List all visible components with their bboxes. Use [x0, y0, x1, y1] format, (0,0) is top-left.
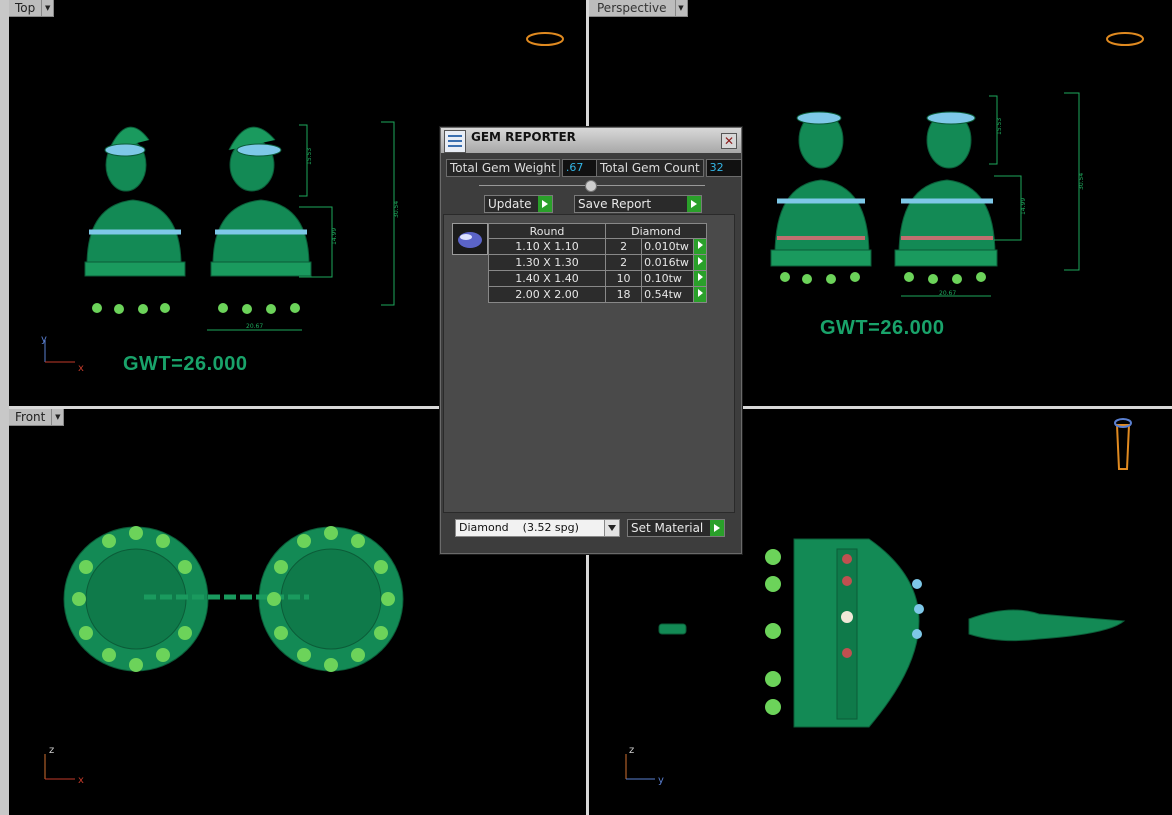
viewcube-icon [526, 32, 564, 46]
viewport-menu[interactable]: Top ▼ [9, 0, 55, 17]
table-row[interactable]: 2.00 X 2.00 18 0.54tw [488, 286, 708, 303]
play-arrow-icon[interactable] [692, 270, 708, 287]
left-gutter [0, 0, 9, 815]
gem-weight: 0.016tw [641, 254, 694, 271]
svg-text:14.99: 14.99 [1020, 198, 1027, 215]
gem-size: 2.00 X 2.00 [488, 286, 606, 303]
svg-text:30.54: 30.54 [393, 201, 400, 218]
update-button[interactable]: Update [484, 195, 553, 213]
set-material-button-label: Set Material [631, 521, 704, 535]
svg-text:30.54: 30.54 [1078, 173, 1085, 190]
viewport-name: Perspective [589, 0, 676, 17]
chevron-down-icon[interactable]: ▼ [42, 0, 55, 17]
dialog-titlebar[interactable]: GEM REPORTER ✕ [441, 128, 741, 153]
gem-reporter-icon [444, 130, 466, 153]
chevron-down-icon[interactable] [604, 520, 619, 536]
gem-size: 1.10 X 1.10 [488, 238, 606, 255]
svg-text:15.53: 15.53 [306, 148, 313, 165]
column-header-material: Diamond [605, 223, 707, 239]
gem-weight: 0.10tw [641, 270, 694, 287]
material-select-value: Diamond (3.52 spg) [459, 521, 579, 534]
play-arrow-icon [710, 520, 724, 536]
gem-table: Round Diamond 1.10 X 1.10 2 0.010tw 1.30… [488, 223, 708, 303]
set-material-button[interactable]: Set Material [627, 519, 725, 537]
play-arrow-icon [538, 196, 552, 212]
gem-count: 10 [604, 270, 643, 287]
table-row[interactable]: 1.10 X 1.10 2 0.010tw [488, 238, 708, 255]
svg-text:20.67: 20.67 [246, 323, 263, 330]
save-report-button[interactable]: Save Report [574, 195, 702, 213]
slider-handle[interactable] [585, 180, 597, 192]
save-report-button-label: Save Report [578, 197, 652, 211]
viewport-menu[interactable]: Front ▼ [9, 409, 65, 426]
gwt-label: GWT=26.000 [123, 353, 248, 375]
close-button[interactable]: ✕ [721, 133, 737, 149]
material-select[interactable]: Diamond (3.52 spg) [455, 519, 620, 537]
total-gem-weight-field[interactable]: .67 [561, 159, 599, 177]
gem-size: 1.30 X 1.30 [488, 254, 606, 271]
svg-text:z: z [629, 745, 634, 756]
table-row[interactable]: 1.40 X 1.40 10 0.10tw [488, 270, 708, 287]
svg-text:x: x [78, 363, 84, 374]
gem-weight: 0.54tw [641, 286, 694, 303]
viewcube-icon [1106, 32, 1144, 46]
dialog-title: GEM REPORTER [471, 130, 576, 144]
play-arrow-icon[interactable] [692, 238, 708, 255]
gem-list-panel[interactable]: Round Diamond 1.10 X 1.10 2 0.010tw 1.30… [443, 214, 735, 513]
axis-triad-icon [625, 754, 655, 780]
round-gem-icon[interactable] [452, 223, 488, 255]
gem-count: 2 [604, 254, 643, 271]
axis-triad-icon [44, 754, 75, 780]
gem-weight: 0.010tw [641, 238, 694, 255]
total-gem-weight-row: Total Gem Weight .67 [446, 159, 599, 177]
total-gem-count-field[interactable]: 32 [705, 159, 742, 177]
column-header-shape: Round [488, 223, 606, 239]
viewport-name: Top [9, 0, 43, 17]
table-row[interactable]: 1.30 X 1.30 2 0.016tw [488, 254, 708, 271]
svg-text:20.67: 20.67 [939, 290, 956, 297]
earring-top-right [210, 126, 312, 277]
total-gem-count-row: Total Gem Count 32 [596, 159, 742, 177]
svg-text:x: x [78, 775, 84, 786]
close-icon: ✕ [723, 134, 735, 148]
gem-reporter-dialog: GEM REPORTER ✕ Total Gem Weight .67 Tota… [440, 127, 742, 554]
gem-size: 1.40 X 1.40 [488, 270, 606, 287]
svg-text:14.99: 14.99 [331, 228, 338, 245]
play-arrow-icon [687, 196, 701, 212]
viewport-menu[interactable]: Perspective ▼ [589, 0, 688, 17]
play-arrow-icon[interactable] [692, 254, 708, 271]
chevron-down-icon[interactable]: ▼ [675, 0, 688, 17]
total-gem-weight-label: Total Gem Weight [446, 159, 560, 177]
gem-count: 2 [604, 238, 643, 255]
viewport-name: Front [9, 409, 53, 426]
gwt-label: GWT=26.000 [820, 317, 945, 339]
chevron-down-icon[interactable]: ▼ [52, 409, 65, 426]
svg-text:y: y [41, 334, 47, 345]
total-gem-count-label: Total Gem Count [596, 159, 704, 177]
earring-top-left [84, 126, 186, 277]
svg-text:15.53: 15.53 [996, 118, 1003, 135]
svg-text:y: y [658, 775, 664, 786]
play-arrow-icon[interactable] [692, 286, 708, 303]
viewcube-icon [1114, 418, 1132, 470]
svg-text:z: z [49, 745, 54, 756]
axis-triad-icon [44, 340, 75, 363]
update-button-label: Update [488, 197, 532, 211]
gem-count: 18 [604, 286, 643, 303]
